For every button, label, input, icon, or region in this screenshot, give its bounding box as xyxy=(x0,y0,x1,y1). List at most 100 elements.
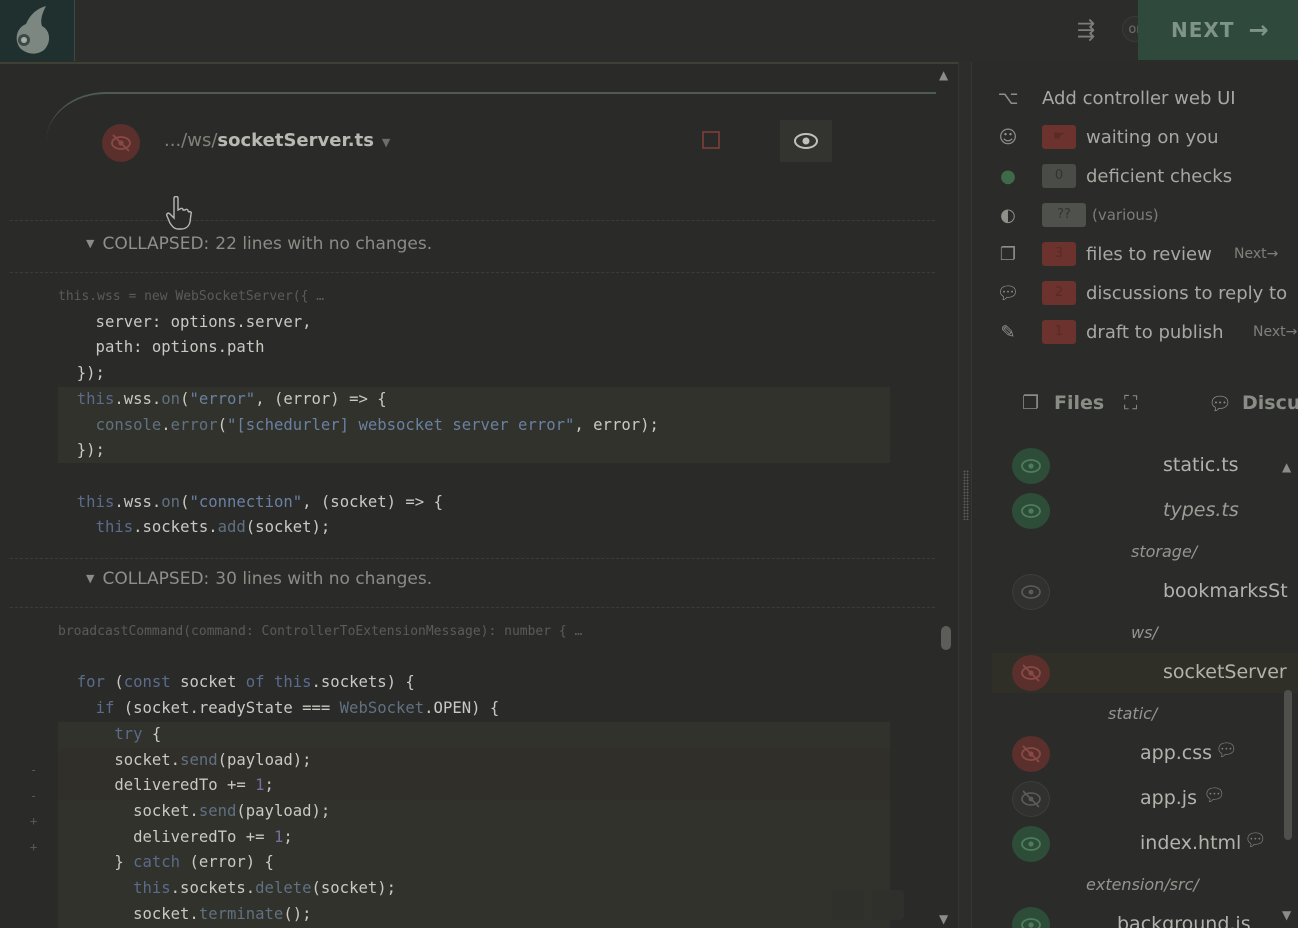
people-icon: ☺ xyxy=(998,126,1018,148)
reviewed-eye-icon[interactable] xyxy=(1012,826,1050,862)
divider xyxy=(10,607,935,608)
reviewed-eye-icon[interactable] xyxy=(1012,448,1050,484)
checks-badge: 0 xyxy=(1042,164,1076,188)
mark-reviewed-checkbox[interactable] xyxy=(702,131,720,149)
floating-button[interactable] xyxy=(832,890,864,920)
folder-label: storage/ xyxy=(1131,542,1198,561)
unreviewed-eye-icon[interactable] xyxy=(1012,736,1050,772)
waiting-text: waiting on you xyxy=(1086,126,1219,148)
code-block: this.wss = new WebSocketServer({ … serve… xyxy=(58,289,659,537)
floating-buttons xyxy=(832,890,904,920)
folder-label: ws/ xyxy=(1131,623,1158,642)
scrollbar-thumb[interactable] xyxy=(941,626,951,650)
scroll-up-icon[interactable]: ▲ xyxy=(939,68,948,82)
file-name: types.ts xyxy=(1163,499,1239,521)
forward-all-icon[interactable]: ⇶ xyxy=(1066,14,1106,48)
file-row[interactable]: index.html 💬︎ xyxy=(972,824,1298,864)
file-name: bookmarksSt xyxy=(1163,580,1288,602)
collapsed-section[interactable]: ▼ COLLAPSED: 30 lines with no changes. xyxy=(86,569,432,589)
summary-title-row: ⌥ Add controller web UI xyxy=(972,83,1298,113)
code-block: broadcastCommand(command: ControllerToEx… xyxy=(58,624,583,923)
caret-down-icon[interactable]: ▼ xyxy=(382,136,390,149)
triangle-down-icon: ▼ xyxy=(86,237,95,250)
collapsed-section[interactable]: ▼ COLLAPSED: 22 lines with no changes. xyxy=(86,234,432,254)
file-name: static.ts xyxy=(1163,454,1239,476)
summary-waiting-row[interactable]: ☺ ☛ waiting on you xyxy=(972,122,1298,152)
eye-icon[interactable] xyxy=(1012,574,1050,610)
file-name: index.html xyxy=(1140,832,1242,854)
sidebar-tabs: ❐ Files ⛶ 💬︎ Discuss xyxy=(972,384,1298,424)
file-unreviewed-eye-icon[interactable] xyxy=(102,124,140,162)
arrow-right-icon: → xyxy=(1248,16,1270,44)
reviewed-eye-icon[interactable] xyxy=(1012,907,1050,928)
file-row[interactable]: types.ts xyxy=(972,491,1298,531)
unreviewed-eye-icon[interactable] xyxy=(1012,781,1050,817)
summary-draft-row[interactable]: ✎ 1 draft to publish Next→ xyxy=(972,317,1298,347)
triangle-down-icon: ▼ xyxy=(86,572,95,585)
reviewed-eye-icon[interactable] xyxy=(1012,493,1050,529)
pull-request-icon: ⌥ xyxy=(997,87,1019,109)
files-tab-icon: ❐ xyxy=(1022,392,1040,414)
file-row[interactable]: bookmarksSt xyxy=(972,572,1298,612)
files-badge: 3 xyxy=(1042,242,1076,266)
summary-various-row[interactable]: ◐ ?? (various) xyxy=(972,200,1298,230)
draft-badge: 1 xyxy=(1042,320,1076,344)
files-text: files to review xyxy=(1086,243,1212,265)
checks-ring-icon: ● xyxy=(1000,165,1016,187)
discussions-badge: 2 xyxy=(1042,281,1076,305)
file-name: socketServer xyxy=(1163,661,1287,683)
next-button[interactable]: NEXT → xyxy=(1138,0,1298,60)
next-button-label: NEXT xyxy=(1171,18,1235,42)
top-bar: ⇶ or NEXT → xyxy=(0,0,1298,62)
summary-discussions-row[interactable]: 💬︎ 2 discussions to reply to xyxy=(972,278,1298,308)
review-title: Add controller web UI xyxy=(1042,87,1236,109)
discussion-icon[interactable]: 💬︎ xyxy=(1203,785,1226,806)
file-name: app.js xyxy=(1140,787,1197,809)
tab-files[interactable]: Files xyxy=(1054,392,1104,414)
review-sidebar: ⌥ Add controller web UI ☺ ☛ waiting on y… xyxy=(972,62,1298,928)
file-row[interactable]: static.ts xyxy=(972,446,1298,486)
view-mode-eye-icon[interactable] xyxy=(780,120,832,162)
discussion-icon[interactable]: 💬︎ xyxy=(1244,830,1267,851)
scroll-down-icon[interactable]: ▼ xyxy=(1282,908,1291,922)
discussion-icon[interactable]: 💬︎ xyxy=(1215,740,1238,761)
file-row[interactable]: app.css 💬︎ xyxy=(972,734,1298,774)
expand-icon[interactable]: ⛶ xyxy=(1124,392,1137,414)
diff-panel: ▲ .../ws/socketServer.ts ▼ ▼ COLLAPSED: 22 … xyxy=(0,62,958,928)
files-next-link[interactable]: Next→ xyxy=(1234,246,1278,262)
app-logo[interactable] xyxy=(0,0,75,61)
file-path[interactable]: .../ws/socketServer.ts ▼ xyxy=(164,130,390,151)
waiting-badge: ☛ xyxy=(1042,125,1076,149)
draft-next-link[interactable]: Next→ xyxy=(1253,324,1297,340)
file-path-prefix: .../ws/ xyxy=(164,130,218,151)
chat-bubbles-icon: 💬︎ xyxy=(996,282,1020,304)
divider xyxy=(10,272,935,273)
various-badge: ?? xyxy=(1042,203,1086,227)
file-name: app.css xyxy=(1140,742,1213,764)
folder-label: static/ xyxy=(1108,704,1158,723)
divider xyxy=(10,558,935,559)
file-row-selected[interactable]: socketServer xyxy=(992,653,1298,693)
summary-files-row[interactable]: ❐ 3 files to review Next→ xyxy=(972,239,1298,269)
scrollbar-thumb[interactable] xyxy=(1284,690,1292,840)
pencil-icon: ✎ xyxy=(1000,321,1016,343)
files-icon: ❐ xyxy=(999,243,1017,265)
file-header: .../ws/socketServer.ts ▼ xyxy=(46,92,936,162)
hand-cursor-icon xyxy=(166,195,192,230)
panel-resize-handle[interactable] xyxy=(958,62,972,928)
folder-label: extension/src/ xyxy=(1086,875,1199,894)
file-name: socketServer.ts xyxy=(217,130,374,151)
unreviewed-eye-icon[interactable] xyxy=(1012,655,1050,691)
discussions-tab-icon: 💬︎ xyxy=(1208,393,1233,415)
file-row[interactable]: background.js xyxy=(972,905,1298,928)
file-name: background.js xyxy=(1117,913,1251,928)
file-row[interactable]: app.js 💬︎ xyxy=(972,779,1298,819)
tab-discussions[interactable]: Discuss xyxy=(1242,392,1298,414)
summary-checks-row[interactable]: ● 0 deficient checks xyxy=(972,161,1298,191)
discussions-text: discussions to reply to xyxy=(1086,282,1288,304)
scroll-down-icon[interactable]: ▼ xyxy=(939,912,948,926)
floating-button[interactable] xyxy=(872,890,904,920)
half-circle-icon: ◐ xyxy=(1000,204,1016,226)
gutter-marks: - - + + xyxy=(30,763,38,855)
checks-text: deficient checks xyxy=(1086,165,1233,187)
